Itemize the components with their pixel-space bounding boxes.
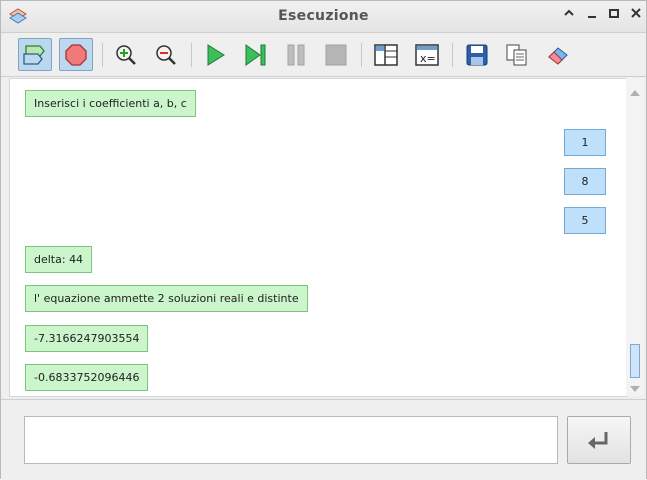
svg-text:x=: x= (420, 52, 436, 65)
clear-button[interactable] (541, 38, 575, 71)
execution-window: Esecuzione x= Inserisci i coefficienti a… (0, 0, 647, 480)
input-message: 1 (564, 129, 606, 156)
stop-execution-button[interactable] (59, 38, 93, 71)
layout-button[interactable] (369, 38, 403, 71)
send-button[interactable] (567, 416, 631, 464)
layout-icon (374, 43, 398, 66)
close-icon[interactable] (628, 7, 644, 25)
output-message: l' equazione ammette 2 soluzioni reali e… (25, 285, 308, 312)
save-icon (466, 44, 488, 65)
output-message: delta: 44 (25, 246, 93, 273)
zoom-in-icon (116, 44, 136, 65)
step-icon (245, 43, 266, 66)
conversation-panel: Inserisci i coefficienti a, b, c 1 8 5 d… (9, 78, 627, 397)
scroll-up-icon[interactable] (628, 84, 642, 96)
variables-icon: x= (415, 43, 439, 66)
copy-button[interactable] (500, 38, 534, 71)
input-message: 8 (564, 168, 606, 195)
zoom-out-icon (156, 44, 176, 65)
save-button[interactable] (460, 38, 494, 71)
flowchart-button[interactable] (18, 38, 52, 71)
zoom-in-button[interactable] (109, 38, 143, 71)
input-field[interactable] (24, 416, 558, 464)
scroll-down-icon[interactable] (628, 380, 642, 392)
chevron-up-icon[interactable] (561, 7, 577, 25)
pause-button[interactable] (279, 38, 313, 71)
stop-button[interactable] (319, 38, 353, 71)
stop-icon (325, 44, 347, 65)
run-button[interactable] (198, 38, 232, 71)
eraser-icon (548, 46, 568, 65)
vertical-scrollbar[interactable] (626, 78, 644, 396)
scrollbar-thumb[interactable] (630, 344, 640, 378)
title-bar[interactable]: Esecuzione (1, 1, 646, 33)
zoom-out-button[interactable] (149, 38, 183, 71)
output-message: Inserisci i coefficienti a, b, c (25, 90, 196, 117)
minimize-icon[interactable] (584, 7, 600, 25)
stop-sign-icon (65, 43, 87, 66)
pause-icon (287, 44, 305, 65)
toolbar: x= (1, 33, 646, 77)
play-icon (207, 43, 225, 66)
input-message: 5 (564, 207, 606, 234)
output-message: -0.6833752096446 (25, 364, 149, 391)
enter-icon (588, 432, 608, 449)
step-button[interactable] (239, 38, 273, 71)
variables-button[interactable]: x= (410, 38, 444, 71)
window-title: Esecuzione (278, 8, 369, 24)
output-message: -7.3166247903554 (25, 325, 149, 352)
maximize-icon[interactable] (606, 7, 622, 25)
flowchart-icon (23, 44, 45, 65)
input-bar (1, 399, 646, 480)
copy-icon (506, 44, 527, 65)
